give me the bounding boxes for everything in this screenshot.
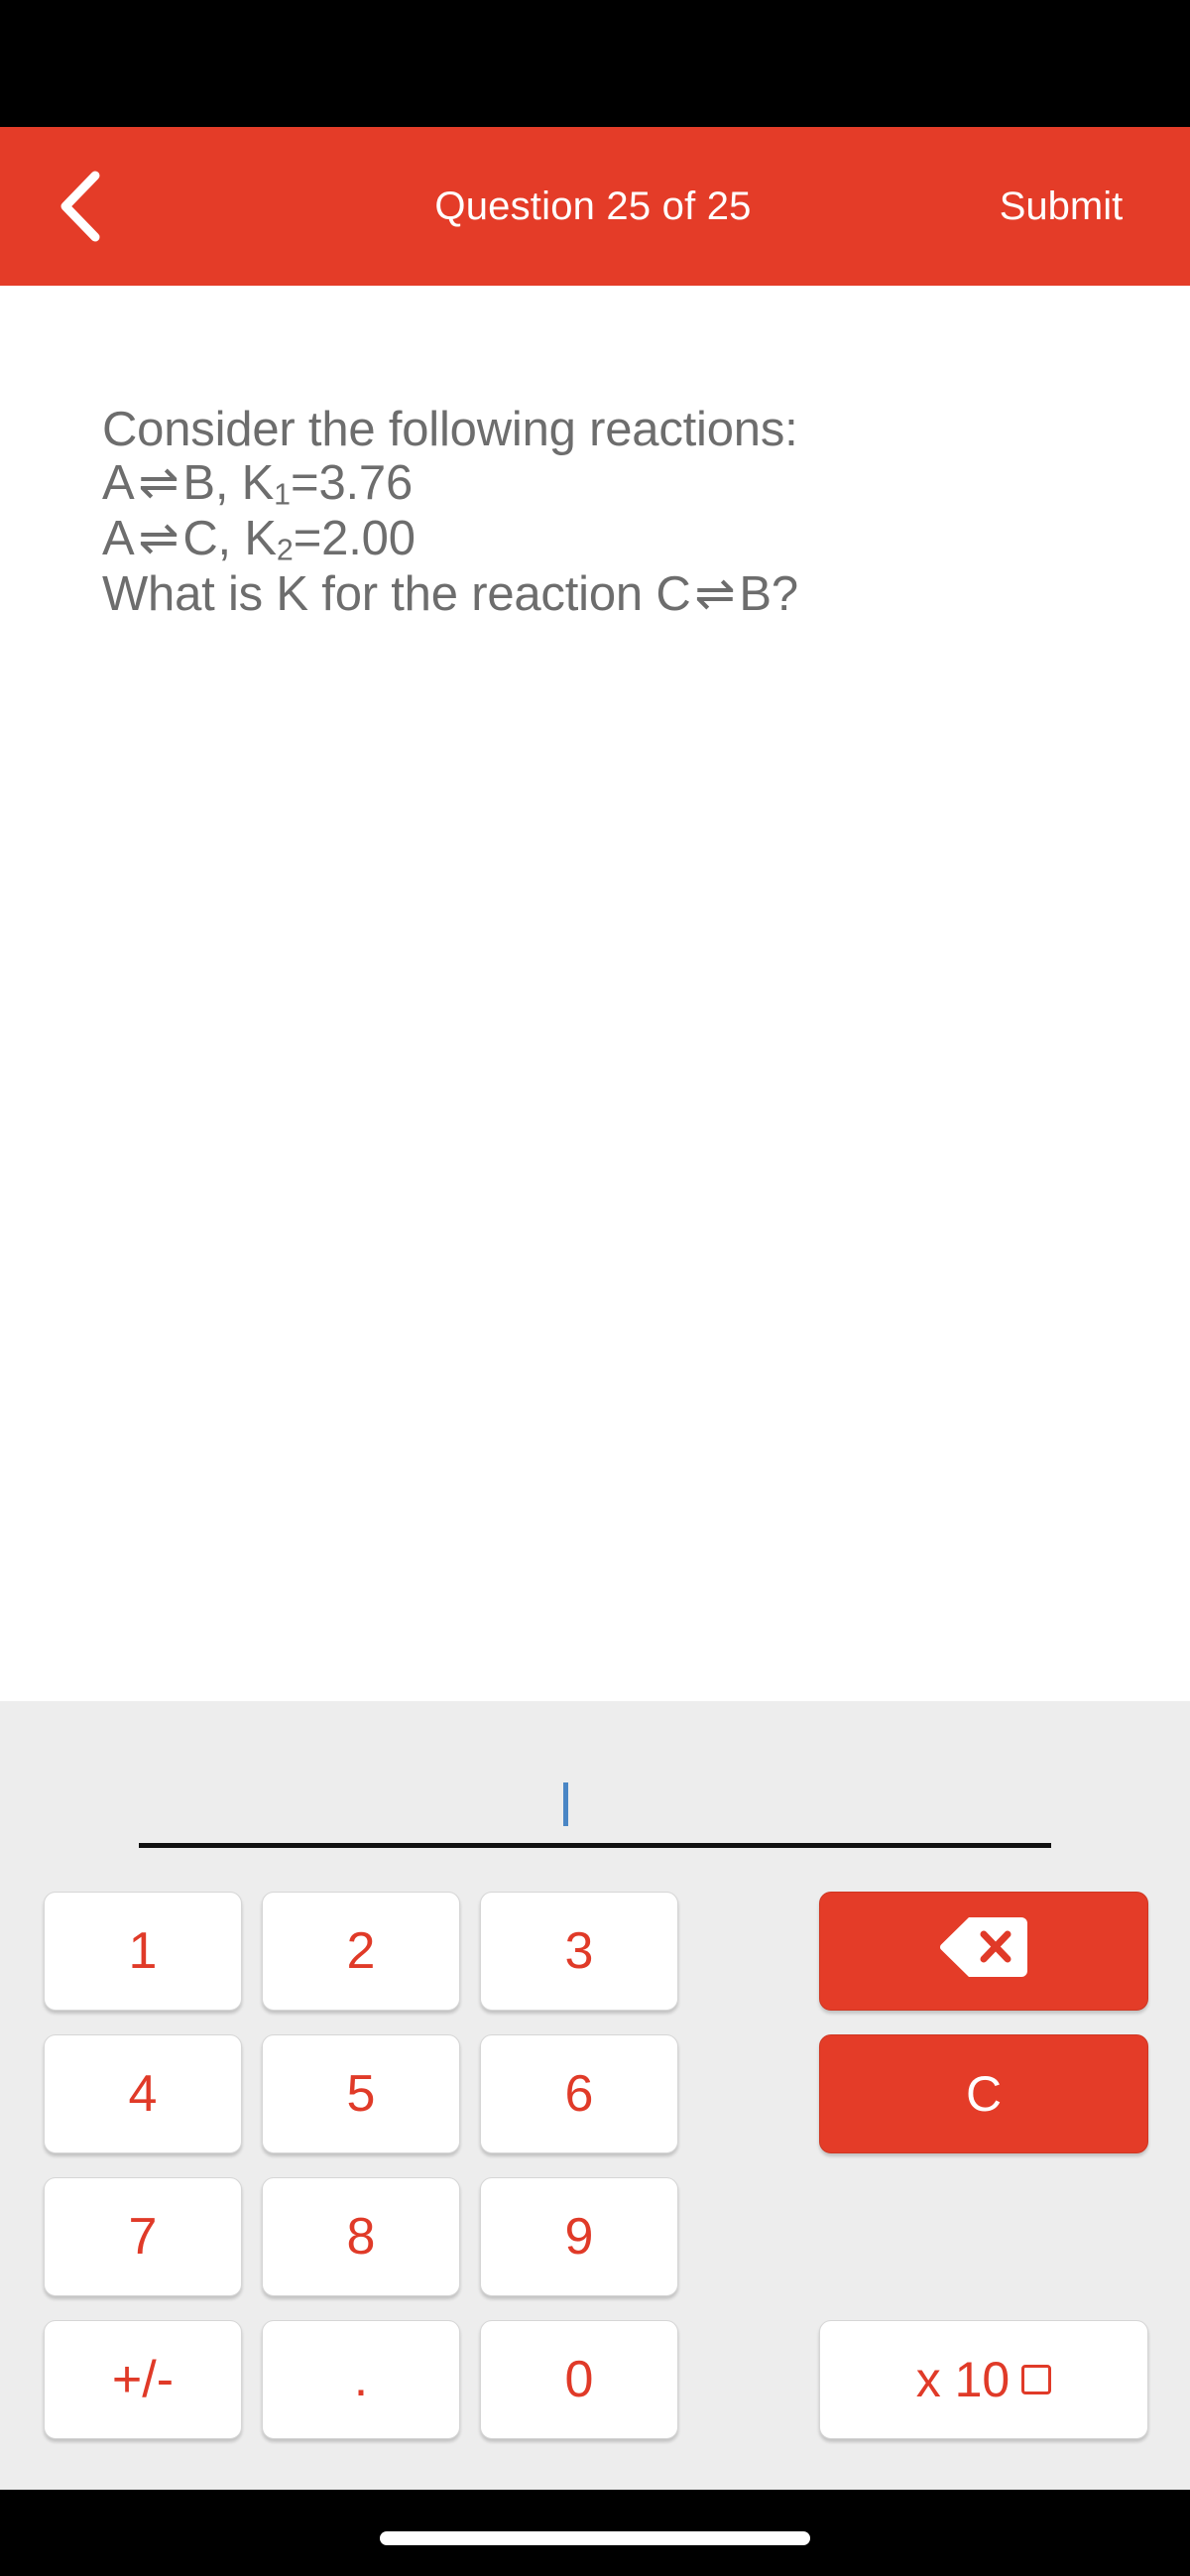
reaction2-constant: K (244, 512, 277, 566)
reaction1-value: 3.76 (318, 456, 414, 511)
key-label: C (965, 2066, 1003, 2122)
reaction1-separator: , (214, 456, 242, 511)
number-pad: 1 2 3 4 5 6 7 8 9 +/- . 0 (44, 1892, 688, 2439)
navigation-header: Question 25 of 25 Submit (0, 127, 1190, 286)
exponent-placeholder-box (1021, 2365, 1052, 2394)
question-intro-line: Consider the following reactions: (102, 403, 798, 456)
question-text: Consider the following reactions: A⇌B, K… (102, 403, 1124, 621)
reaction2-equals: = (293, 512, 322, 566)
reaction1-equals: = (291, 456, 319, 511)
question-prompt-line: What is K for the reaction C⇌B? (102, 567, 1124, 621)
prompt-suffix: B? (739, 567, 798, 622)
status-bar (0, 0, 1190, 127)
backspace-delete-icon (938, 1914, 1029, 1989)
key-label: 7 (128, 2208, 158, 2266)
key-label: 4 (128, 2065, 158, 2123)
text-caret (563, 1782, 568, 1826)
key-8[interactable]: 8 (262, 2177, 460, 2296)
home-indicator[interactable] (380, 2531, 810, 2545)
reaction1-reactant: A (102, 456, 135, 511)
reaction2-separator: , (217, 512, 245, 566)
reaction2-product: C (182, 512, 218, 566)
key-5[interactable]: 5 (262, 2034, 460, 2153)
reaction2-reactant: A (102, 512, 135, 566)
key-label: 9 (564, 2208, 594, 2266)
reaction-line-1: A⇌B, K1=3.76 (102, 456, 1124, 512)
key-label: 1 (128, 1922, 158, 1980)
key-label: 5 (346, 2065, 376, 2123)
key-2[interactable]: 2 (262, 1892, 460, 2011)
reaction-line-2: A⇌C, K2=2.00 (102, 512, 1124, 567)
key-sign[interactable]: +/- (44, 2320, 242, 2439)
action-pad: C x 10 (819, 1892, 1148, 2439)
exponent-button[interactable]: x 10 (819, 2320, 1148, 2439)
reaction1-product: B (182, 456, 215, 511)
key-1[interactable]: 1 (44, 1892, 242, 2011)
clear-button[interactable]: C (819, 2034, 1148, 2153)
answer-underline (139, 1843, 1051, 1848)
key-0[interactable]: 0 (480, 2320, 678, 2439)
prompt-prefix: What is K for the reaction C (102, 567, 691, 622)
keypad-panel: 1 2 3 4 5 6 7 8 9 +/- . 0 C x 10 (0, 1701, 1190, 2490)
home-indicator-area (0, 2490, 1190, 2576)
key-label: 0 (564, 2351, 594, 2408)
key-label: +/- (111, 2351, 175, 2408)
submit-button[interactable]: Submit (932, 127, 1190, 286)
key-label: 3 (564, 1922, 594, 1980)
key-label: . (353, 2350, 369, 2408)
reaction1-constant: K (241, 456, 275, 511)
key-label: 8 (346, 2208, 376, 2266)
equilibrium-arrow-icon: ⇌ (138, 512, 179, 566)
question-content-area: Consider the following reactions: A⇌B, K… (0, 286, 1190, 1701)
phone-screen: Question 25 of 25 Submit Consider the fo… (0, 0, 1190, 2576)
key-label: 2 (346, 1922, 376, 1980)
answer-input[interactable] (139, 1761, 1051, 1875)
key-3[interactable]: 3 (480, 1892, 678, 2011)
key-label: 6 (564, 2065, 594, 2123)
backspace-button[interactable] (819, 1892, 1148, 2011)
key-decimal[interactable]: . (262, 2320, 460, 2439)
reaction2-subscript: 2 (276, 533, 294, 567)
equilibrium-arrow-icon: ⇌ (694, 567, 736, 622)
key-6[interactable]: 6 (480, 2034, 678, 2153)
key-4[interactable]: 4 (44, 2034, 242, 2153)
key-label: x 10 (915, 2352, 1011, 2407)
reaction2-value: 2.00 (321, 512, 416, 566)
key-7[interactable]: 7 (44, 2177, 242, 2296)
reaction1-subscript: 1 (274, 477, 292, 512)
key-9[interactable]: 9 (480, 2177, 678, 2296)
equilibrium-arrow-icon: ⇌ (138, 456, 179, 511)
